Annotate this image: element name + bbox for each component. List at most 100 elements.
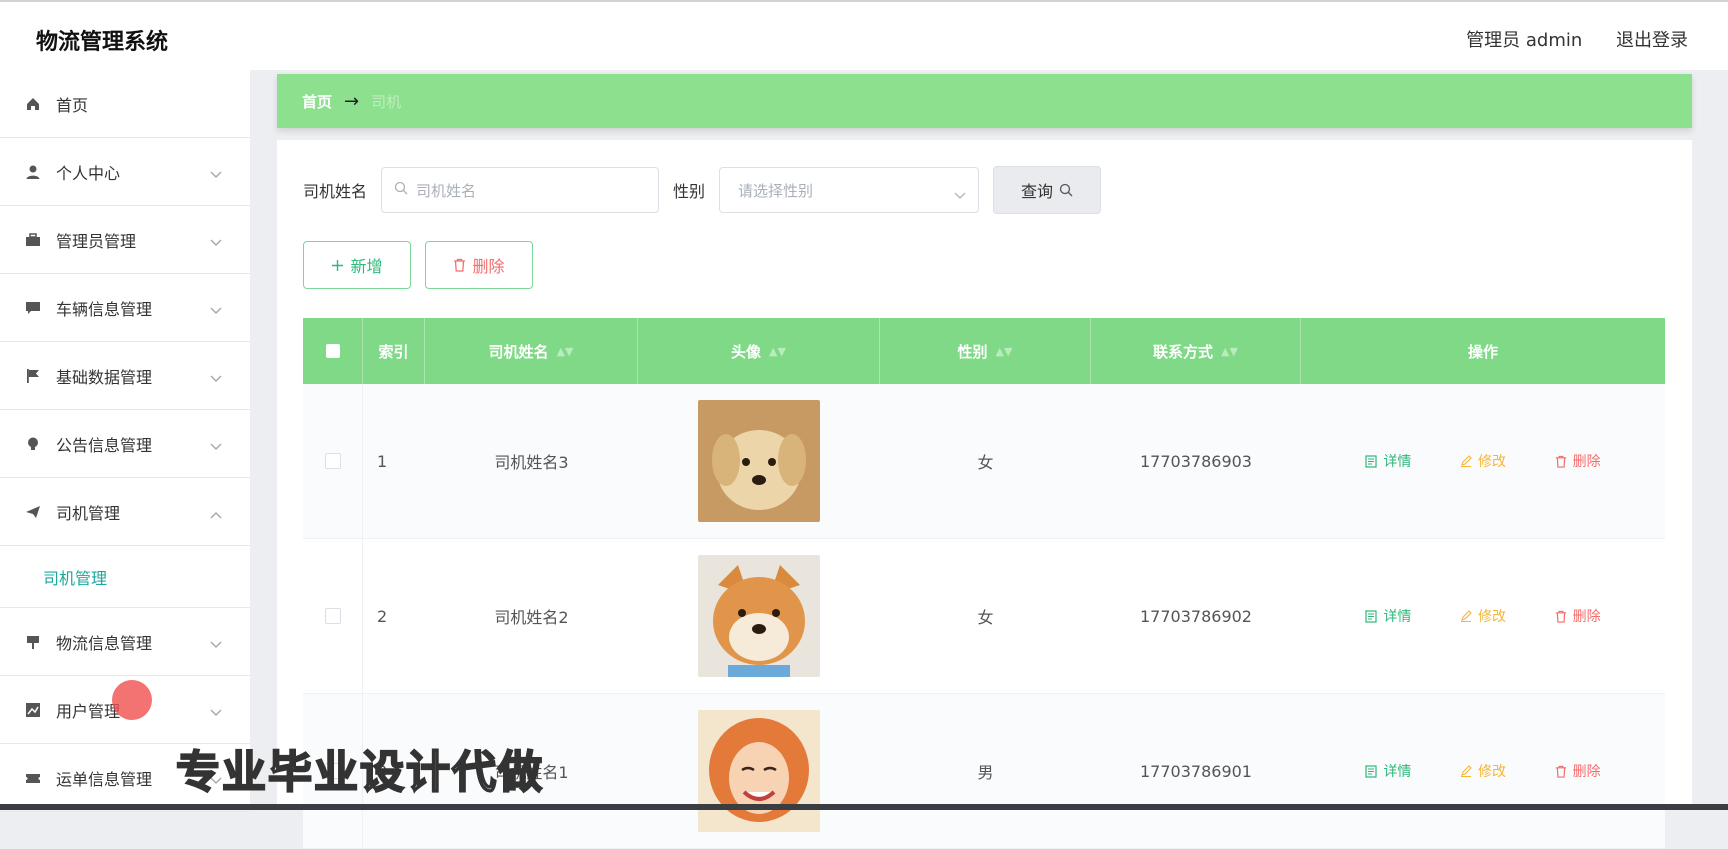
chevron-down-icon xyxy=(210,368,222,387)
sidebar-item-label: 公告信息管理 xyxy=(56,435,153,455)
sidebar-item-label: 管理员管理 xyxy=(56,231,137,251)
logout-link[interactable]: 退出登录 xyxy=(1616,30,1688,51)
app-title: 物流管理系统 xyxy=(36,30,169,55)
row-actions: 详情 修改 删除 xyxy=(1301,539,1665,693)
search-icon xyxy=(1059,183,1073,197)
edit-icon xyxy=(1460,455,1472,467)
chevron-up-icon xyxy=(210,504,222,523)
sidebar-item-vehicle[interactable]: 车辆信息管理 xyxy=(0,274,250,342)
sidebar-subitem-driver-manage[interactable]: 司机管理 xyxy=(0,546,250,608)
search-icon xyxy=(394,181,408,199)
sidebar-item-label: 首页 xyxy=(56,95,89,115)
select-all-checkbox[interactable] xyxy=(303,318,363,384)
sidebar-item-label: 用户管理 xyxy=(56,701,121,721)
chat-icon xyxy=(24,299,42,317)
sidebar-item-basic-data[interactable]: 基础数据管理 xyxy=(0,342,250,410)
chevron-down-icon xyxy=(210,232,222,251)
flag-icon xyxy=(24,367,42,385)
chevron-down-icon xyxy=(210,164,222,183)
breadcrumb-home[interactable]: 首页 xyxy=(302,91,332,112)
sidebar-item-label: 车辆信息管理 xyxy=(56,299,153,319)
briefcase-icon xyxy=(24,231,42,249)
header-avatar[interactable]: 头像 ▲▼ xyxy=(638,318,880,384)
add-button-label: 新增 xyxy=(350,257,383,276)
document-icon xyxy=(1365,764,1377,778)
search-form: 司机姓名 司机姓名 性别 请选择性别 查询 xyxy=(303,166,1102,214)
sidebar-item-logistics[interactable]: 物流信息管理 xyxy=(0,608,250,676)
row-avatar xyxy=(638,694,880,848)
detail-button[interactable]: 详情 xyxy=(1365,451,1411,471)
sidebar-item-admin[interactable]: 管理员管理 xyxy=(0,206,250,274)
gender-select[interactable]: 请选择性别 xyxy=(719,167,980,213)
chevron-down-icon xyxy=(210,702,222,721)
trash-icon xyxy=(1555,455,1566,468)
watermark-text: 专业毕业设计代做 xyxy=(175,746,544,799)
gender-select-placeholder: 请选择性别 xyxy=(738,181,814,200)
detail-button[interactable]: 详情 xyxy=(1365,606,1411,626)
user-area: 管理员 admin 退出登录 xyxy=(1438,26,1688,52)
detail-button[interactable]: 详情 xyxy=(1365,761,1411,781)
row-gender: 女 xyxy=(977,453,994,472)
row-delete-button[interactable]: 删除 xyxy=(1555,606,1601,626)
edit-button[interactable]: 修改 xyxy=(1460,761,1506,781)
cursor-highlight xyxy=(112,680,152,720)
sidebar-item-label: 个人中心 xyxy=(56,163,121,183)
edit-icon xyxy=(1460,765,1472,777)
main-panel: 司机姓名 司机姓名 性别 请选择性别 查询 新增 删除 索引 司机姓名 ▲▼ 头… xyxy=(277,140,1692,849)
chevron-down-icon xyxy=(210,634,222,653)
name-label: 司机姓名 xyxy=(303,182,368,201)
row-name: 司机姓名3 xyxy=(494,453,569,472)
delete-button[interactable]: 删除 xyxy=(425,241,533,289)
top-bar: 物流管理系统 管理员 admin 退出登录 xyxy=(0,0,1728,70)
puppy-avatar xyxy=(698,400,820,522)
action-buttons: 新增 删除 xyxy=(303,241,533,289)
girl-avatar xyxy=(698,710,820,832)
sidebar-item-home[interactable]: 首页 xyxy=(0,70,250,138)
name-search-input[interactable]: 司机姓名 xyxy=(381,167,660,213)
edit-icon xyxy=(1460,610,1472,622)
header-gender[interactable]: 性别 ▲▼ xyxy=(880,318,1091,384)
header-index: 索引 xyxy=(363,318,425,384)
row-phone: 17703786902 xyxy=(1140,606,1252,626)
user-name: 管理员 admin xyxy=(1466,30,1583,51)
row-delete-button[interactable]: 删除 xyxy=(1555,761,1601,781)
delete-button-label: 删除 xyxy=(472,257,505,276)
add-button[interactable]: 新增 xyxy=(303,241,411,289)
header-phone[interactable]: 联系方式 ▲▼ xyxy=(1091,318,1301,384)
sidebar-item-driver[interactable]: 司机管理 xyxy=(0,478,250,546)
row-phone: 17703786901 xyxy=(1140,761,1252,781)
row-phone: 17703786903 xyxy=(1140,451,1252,471)
edit-button[interactable]: 修改 xyxy=(1460,451,1506,471)
chevron-down-icon xyxy=(954,186,966,204)
name-search-placeholder: 司机姓名 xyxy=(416,181,477,200)
row-actions: 详情 修改 删除 xyxy=(1301,384,1665,538)
row-index: 2 xyxy=(377,606,388,626)
bottom-bar xyxy=(0,804,1728,810)
bulb-icon xyxy=(24,435,42,453)
row-actions: 详情 修改 删除 xyxy=(1301,694,1665,848)
breadcrumb: 首页 → 司机 xyxy=(277,74,1692,128)
sort-icon: ▲▼ xyxy=(1221,344,1238,358)
header-name[interactable]: 司机姓名 ▲▼ xyxy=(425,318,638,384)
sidebar-item-notice[interactable]: 公告信息管理 xyxy=(0,410,250,478)
row-avatar xyxy=(638,539,880,693)
row-index: 1 xyxy=(377,451,388,471)
edit-button[interactable]: 修改 xyxy=(1460,606,1506,626)
trash-icon xyxy=(1555,765,1566,778)
row-checkbox[interactable] xyxy=(303,384,363,538)
query-button[interactable]: 查询 xyxy=(993,166,1102,214)
row-delete-button[interactable]: 删除 xyxy=(1555,451,1601,471)
shiba-avatar xyxy=(698,555,820,677)
document-icon xyxy=(1365,609,1377,623)
sidebar-item-label: 基础数据管理 xyxy=(56,367,153,387)
table-row: 2 司机姓名2 女 17703786902 详情 修改 删除 xyxy=(303,539,1665,694)
sort-icon: ▲▼ xyxy=(769,344,786,358)
row-checkbox[interactable] xyxy=(303,539,363,693)
chevron-down-icon xyxy=(210,436,222,455)
sidebar-item-profile[interactable]: 个人中心 xyxy=(0,138,250,206)
row-avatar xyxy=(638,384,880,538)
sidebar-item-label: 司机管理 xyxy=(56,503,121,523)
gender-label: 性别 xyxy=(673,182,706,201)
sort-icon: ▲▼ xyxy=(556,344,574,358)
header-actions: 操作 xyxy=(1467,342,1498,361)
